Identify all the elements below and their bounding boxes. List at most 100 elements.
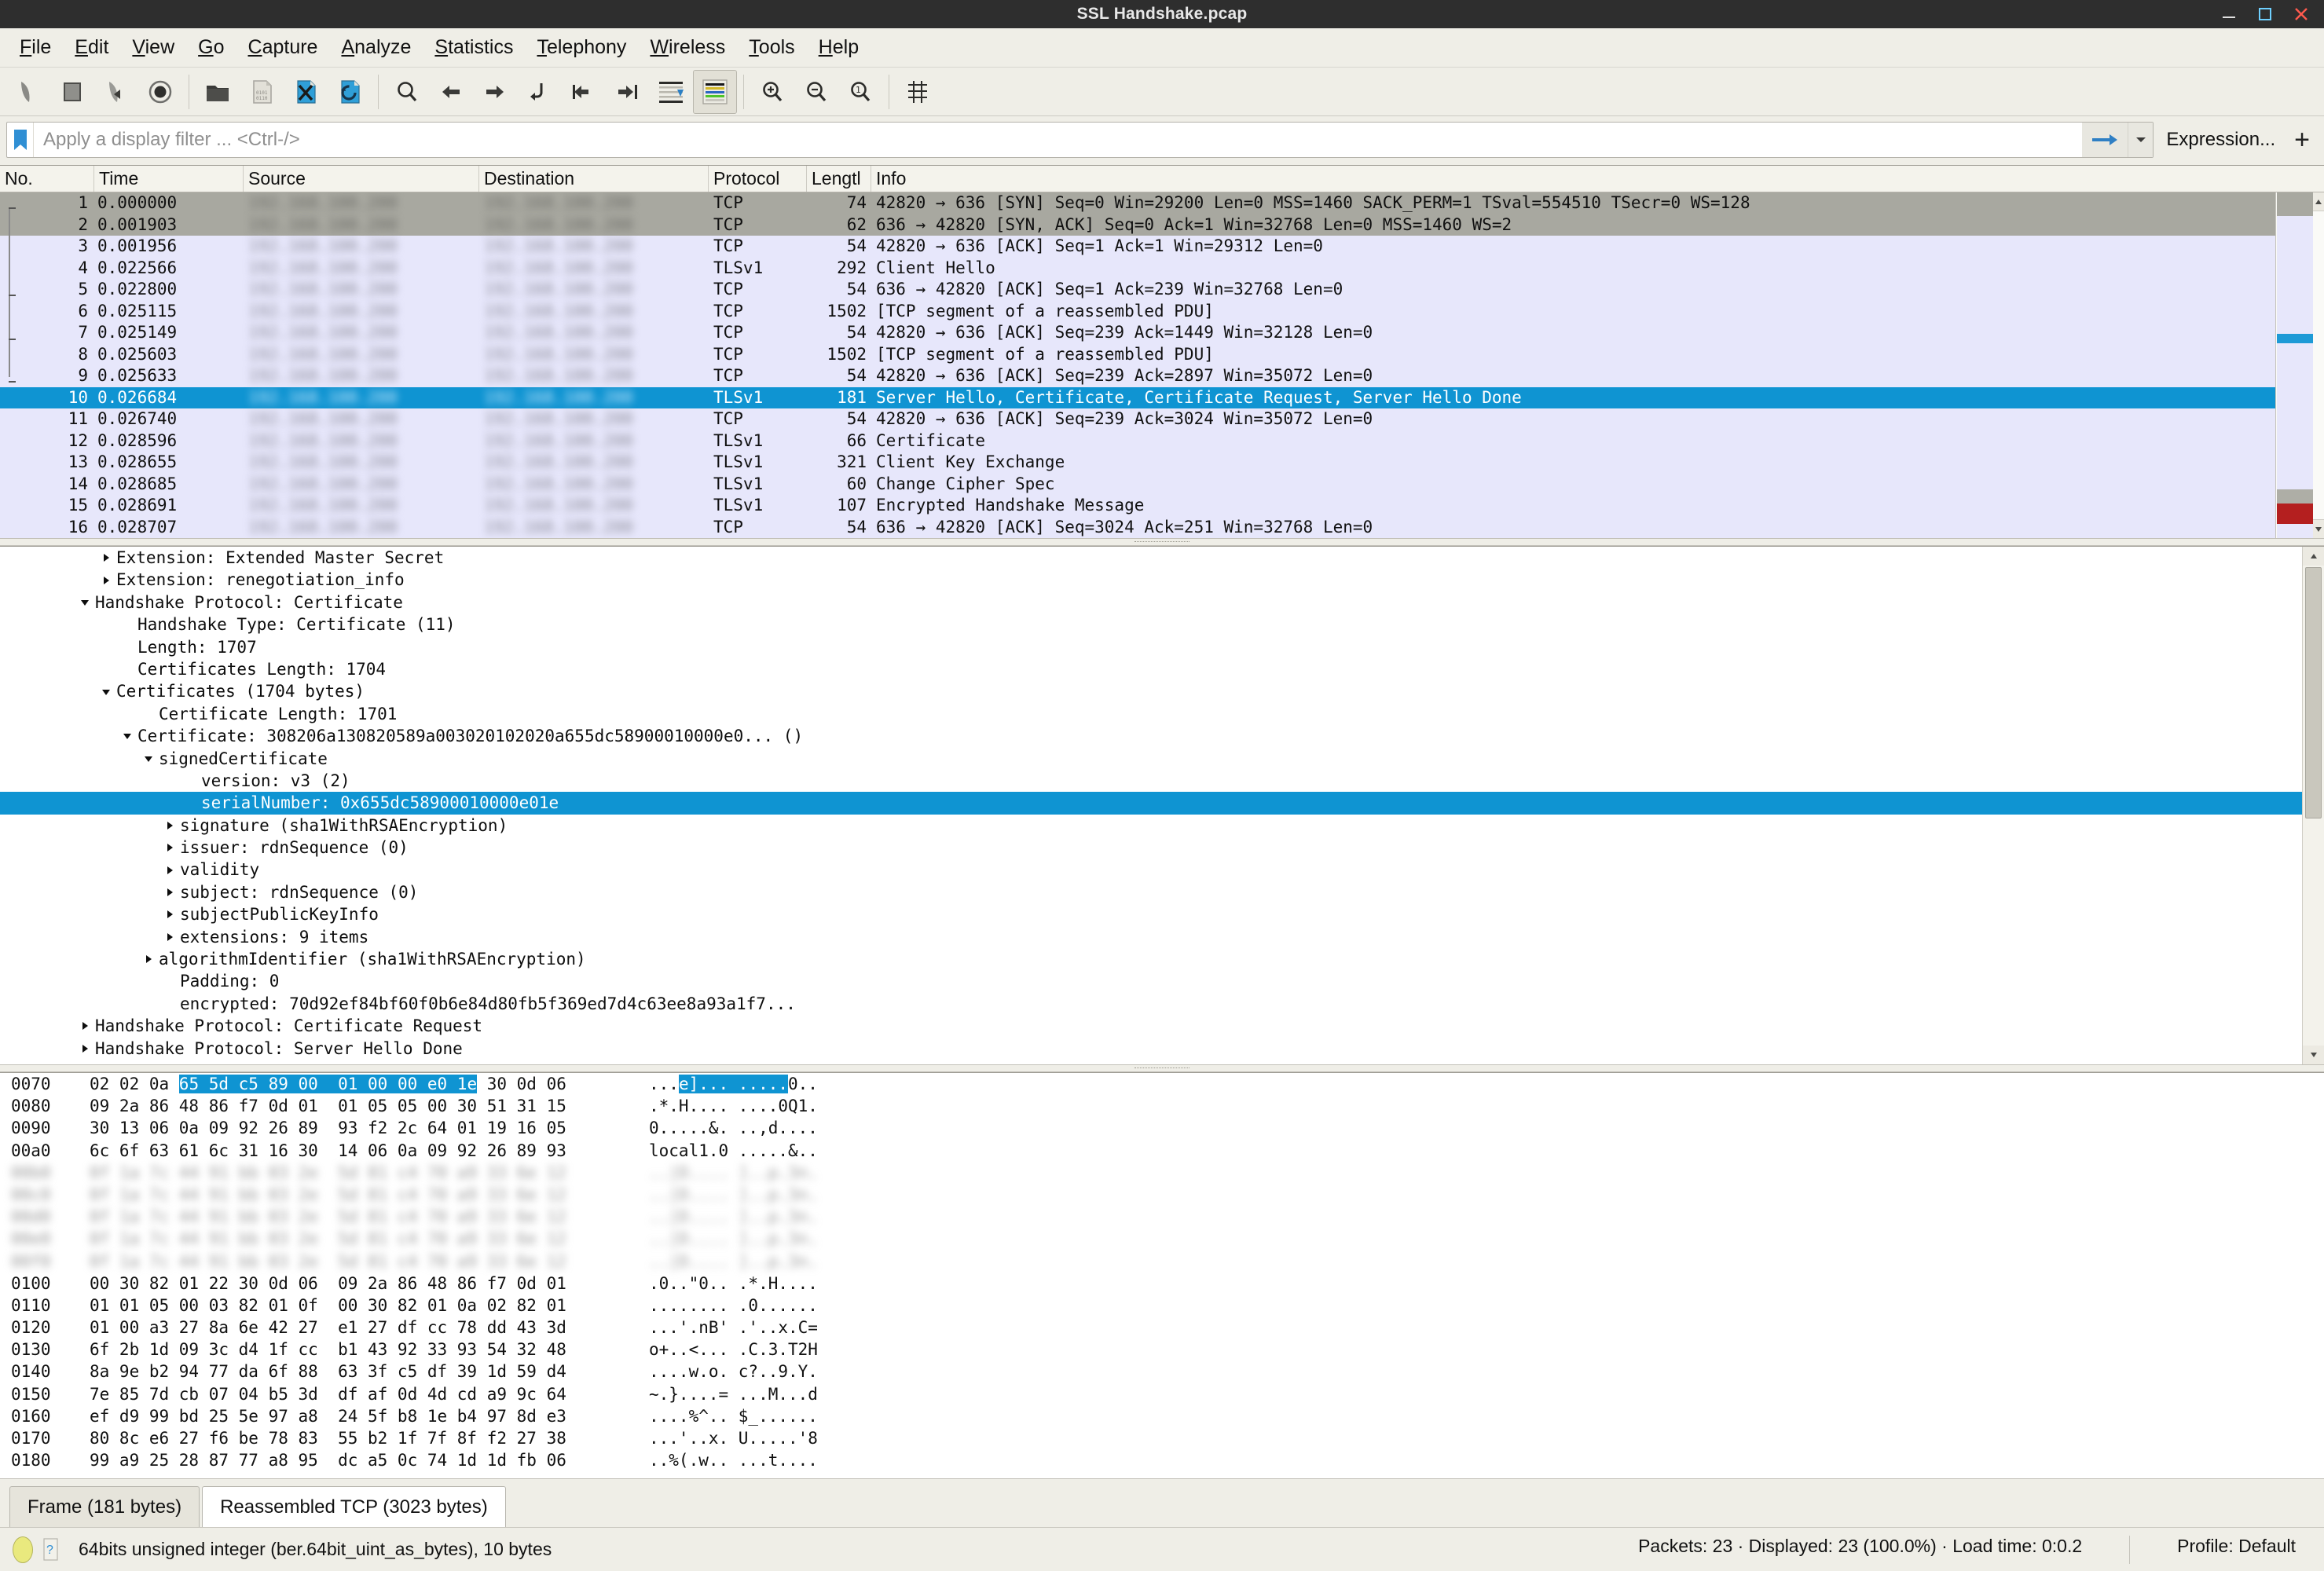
close-file-icon[interactable]: [284, 70, 328, 114]
packet-list-scrollbar[interactable]: [2275, 192, 2324, 538]
chevron-right-icon[interactable]: [161, 931, 178, 943]
capture-options-icon[interactable]: [138, 70, 182, 114]
details-scroll-up-arrow-icon[interactable]: [2303, 547, 2324, 566]
hex-dump-row[interactable]: 0180 99 a9 25 28 87 77 a8 95 dc a5 0c 74 …: [0, 1449, 2324, 1471]
menu-item-help[interactable]: Help: [807, 31, 871, 64]
chevron-right-icon[interactable]: [140, 953, 157, 965]
zoom-out-icon[interactable]: [794, 70, 838, 114]
go-back-icon[interactable]: [429, 70, 473, 114]
menu-item-file[interactable]: File: [8, 31, 63, 64]
status-profile-text[interactable]: Profile: Default: [2177, 1536, 2311, 1564]
column-header-time[interactable]: Time: [94, 166, 244, 192]
save-file-icon[interactable]: 0101 0110: [240, 70, 284, 114]
detail-tree-row[interactable]: Extension: renegotiation_info: [0, 569, 2302, 591]
restart-capture-icon[interactable]: [94, 70, 138, 114]
chevron-right-icon[interactable]: [97, 574, 115, 587]
chevron-right-icon[interactable]: [161, 819, 178, 832]
tab-reassembled-tcp[interactable]: Reassembled TCP (3023 bytes): [202, 1486, 506, 1527]
scroll-down-arrow-icon[interactable]: [2313, 519, 2324, 538]
detail-tree-row[interactable]: Handshake Protocol: Server Hello Done: [0, 1038, 2302, 1060]
chevron-down-icon[interactable]: [119, 730, 136, 742]
detail-tree-row[interactable]: Certificates Length: 1704: [0, 658, 2302, 680]
menu-item-tools[interactable]: Tools: [737, 31, 806, 64]
go-last-packet-icon[interactable]: [605, 70, 649, 114]
start-capture-icon[interactable]: [6, 70, 50, 114]
hex-dump-row[interactable]: 00c0 0f 1a 7c 44 91 bb 03 2e 5d 81 c4 70 …: [0, 1184, 2324, 1206]
packet-list-body[interactable]: 1 0.000000 192.168.100.200 192.168.100.200 T…: [0, 192, 2324, 538]
menu-item-statistics[interactable]: Statistics: [423, 31, 525, 64]
add-filter-button[interactable]: +: [2294, 126, 2310, 153]
pane-splitter-top[interactable]: [0, 538, 2324, 546]
packet-bytes-pane[interactable]: 0070 02 02 0a 65 5d c5 89 00 01 00 00 e0 …: [0, 1072, 2324, 1478]
table-row[interactable]: 15 0.028691 192.168.100.200 192.168.100.200…: [0, 495, 2324, 517]
table-row[interactable]: 1 0.000000 192.168.100.200 192.168.100.200 T…: [0, 192, 2324, 214]
details-scroll-down-arrow-icon[interactable]: [2303, 1046, 2324, 1064]
menu-item-analyze[interactable]: Analyze: [329, 31, 423, 64]
field-help-icon[interactable]: ?: [41, 1536, 61, 1563]
expert-info-icon[interactable]: [13, 1536, 33, 1563]
chevron-down-icon[interactable]: [140, 753, 157, 765]
menu-item-wireless[interactable]: Wireless: [638, 31, 737, 64]
table-row[interactable]: 12 0.028596 192.168.100.200 192.168.100.200…: [0, 430, 2324, 452]
detail-tree-row[interactable]: Certificates (1704 bytes): [0, 680, 2302, 702]
table-row[interactable]: 16 0.028707 192.168.100.200 192.168.100.200…: [0, 516, 2324, 538]
table-row[interactable]: 14 0.028685 192.168.100.200 192.168.100.200…: [0, 473, 2324, 495]
scroll-up-arrow-icon[interactable]: [2313, 192, 2324, 211]
column-header-source[interactable]: Source: [244, 166, 479, 192]
table-row[interactable]: 7 0.025149 192.168.100.200 192.168.100.200 T…: [0, 322, 2324, 344]
chevron-right-icon[interactable]: [161, 841, 178, 854]
detail-tree-row[interactable]: serialNumber: 0x655dc58900010000e01e: [0, 792, 2302, 815]
pane-splitter-bottom[interactable]: [0, 1064, 2324, 1072]
chevron-right-icon[interactable]: [76, 1042, 93, 1055]
colorize-packets-icon[interactable]: [693, 69, 737, 114]
hex-dump-row[interactable]: 0170 80 8c e6 27 f6 be 78 83 55 b2 1f 7f …: [0, 1427, 2324, 1449]
detail-tree-row[interactable]: algorithmIdentifier (sha1WithRSAEncrypti…: [0, 948, 2302, 970]
detail-tree-row[interactable]: subject: rdnSequence (0): [0, 881, 2302, 903]
detail-tree-row[interactable]: encrypted: 70d92ef84bf60f0b6e84d80fb5f36…: [0, 993, 2302, 1015]
table-row[interactable]: 13 0.028655 192.168.100.200 192.168.100.200…: [0, 452, 2324, 474]
hex-dump-row[interactable]: 0070 02 02 0a 65 5d c5 89 00 01 00 00 e0 …: [0, 1073, 2324, 1095]
menu-item-telephony[interactable]: Telephony: [525, 31, 638, 64]
detail-tree-row[interactable]: signedCertificate: [0, 748, 2302, 770]
details-scrollbar-thumb[interactable]: [2305, 567, 2322, 818]
maximize-button[interactable]: [2247, 0, 2283, 28]
hex-dump-row[interactable]: 0150 7e 85 7d cb 07 04 b5 3d df af 0d 4d …: [0, 1383, 2324, 1405]
detail-tree-row[interactable]: signature (sha1WithRSAEncryption): [0, 815, 2302, 837]
hex-dump-row[interactable]: 0110 01 01 05 00 03 82 01 0f 00 30 82 01 …: [0, 1295, 2324, 1316]
reload-file-icon[interactable]: [328, 70, 372, 114]
detail-tree-row[interactable]: Certificate Length: 1701: [0, 703, 2302, 725]
hex-dump-row[interactable]: 0120 01 00 a3 27 8a 6e 42 27 e1 27 df cc …: [0, 1316, 2324, 1338]
column-header-destination[interactable]: Destination: [479, 166, 709, 192]
table-row[interactable]: 8 0.025603 192.168.100.200 192.168.100.200 T…: [0, 343, 2324, 365]
chevron-down-icon[interactable]: [2128, 122, 2154, 157]
table-row[interactable]: 4 0.022566 192.168.100.200 192.168.100.200 T…: [0, 257, 2324, 279]
hex-dump-row[interactable]: 0080 09 2a 86 48 86 f7 0d 01 01 05 05 00 …: [0, 1095, 2324, 1117]
hex-dump-row[interactable]: 00d0 0f 1a 7c 44 91 bb 03 2e 5d 81 c4 70 …: [0, 1206, 2324, 1228]
go-first-packet-icon[interactable]: [561, 70, 605, 114]
auto-scroll-icon[interactable]: [649, 70, 693, 114]
stop-capture-icon[interactable]: [50, 70, 94, 114]
chevron-right-icon[interactable]: [76, 1020, 93, 1032]
packet-details-pane[interactable]: Extension: Extended Master Secret Extensi…: [0, 546, 2324, 1064]
zoom-reset-icon[interactable]: 1: [838, 70, 882, 114]
menu-item-capture[interactable]: Capture: [236, 31, 330, 64]
table-row[interactable]: 9 0.025633 192.168.100.200 192.168.100.200 T…: [0, 365, 2324, 387]
open-file-icon[interactable]: [196, 70, 240, 114]
go-to-packet-icon[interactable]: [517, 70, 561, 114]
hex-dump-row[interactable]: 0130 6f 2b 1d 09 3c d4 1f cc b1 43 92 33 …: [0, 1338, 2324, 1360]
table-row[interactable]: 5 0.022800 192.168.100.200 192.168.100.200 T…: [0, 279, 2324, 301]
hex-dump-row[interactable]: 00a0 6c 6f 63 61 6c 31 16 30 14 06 0a 09 …: [0, 1140, 2324, 1162]
resize-columns-icon[interactable]: [896, 70, 940, 114]
chevron-down-icon[interactable]: [97, 686, 115, 698]
hex-dump-row[interactable]: 0140 8a 9e b2 94 77 da 6f 88 63 3f c5 df …: [0, 1360, 2324, 1382]
detail-tree-row[interactable]: validity: [0, 859, 2302, 881]
detail-tree-row[interactable]: Padding: 0: [0, 970, 2302, 992]
column-header-no[interactable]: No.: [0, 166, 94, 192]
table-row[interactable]: 10 0.026684 192.168.100.200 192.168.100.200…: [0, 386, 2324, 408]
column-header-lengtl[interactable]: Lengtl: [807, 166, 871, 192]
hex-dump-row[interactable]: 0090 30 13 06 0a 09 92 26 89 93 f2 2c 64 …: [0, 1117, 2324, 1139]
chevron-down-icon[interactable]: [76, 596, 93, 609]
table-row[interactable]: 3 0.001956 192.168.100.200 192.168.100.200 T…: [0, 236, 2324, 258]
hex-dump-row[interactable]: 00e0 0f 1a 7c 44 91 bb 03 2e 5d 81 c4 70 …: [0, 1228, 2324, 1250]
detail-tree-row[interactable]: Extension: Extended Master Secret: [0, 547, 2302, 569]
